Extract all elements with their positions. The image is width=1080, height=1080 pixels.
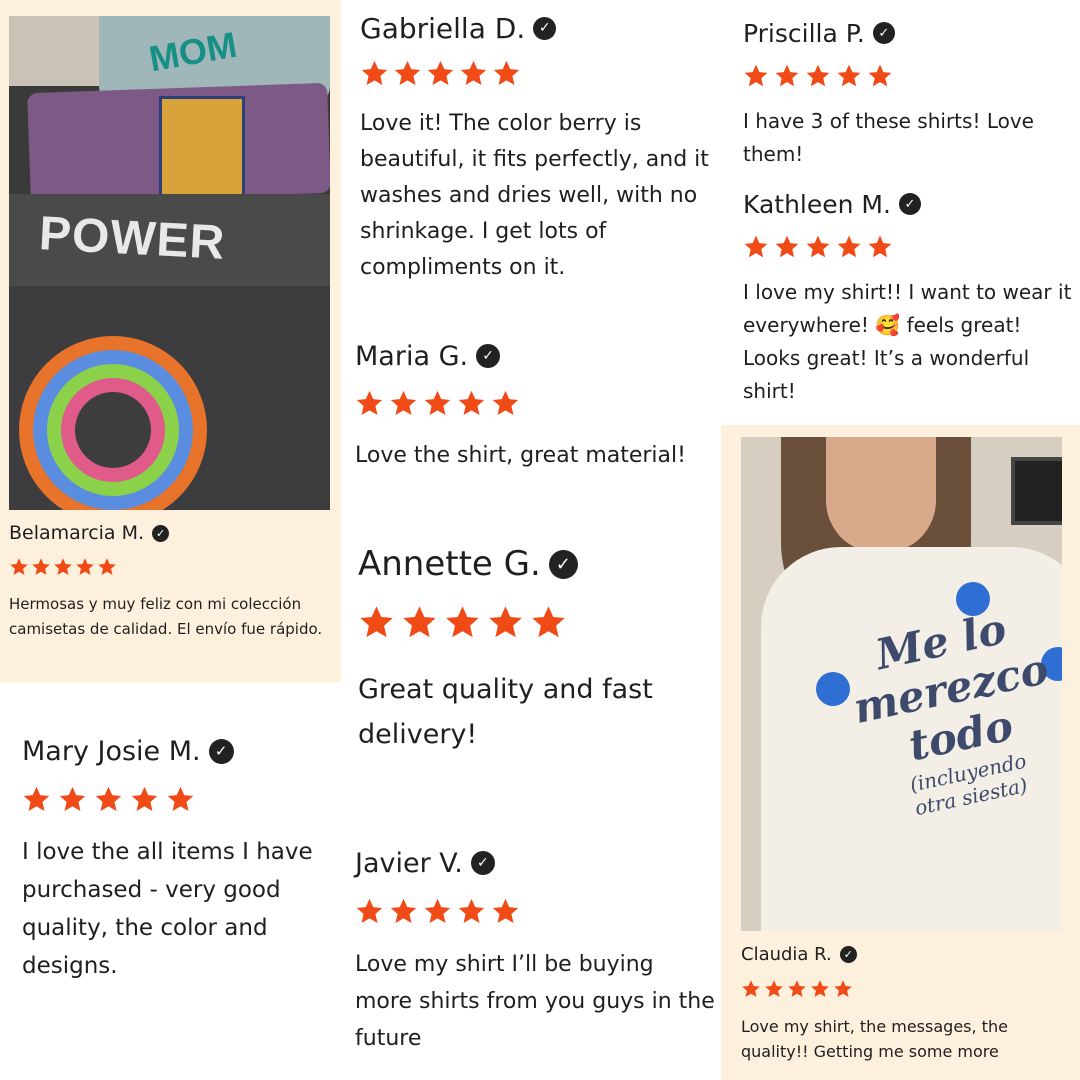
star-icon [868, 235, 892, 258]
review-card-annette: Annette G. ✓ Great quality and fast deli… [358, 542, 718, 757]
reviewer-name: Annette G. ✓ [358, 542, 718, 586]
review-text: Great quality and fast delivery! [358, 674, 653, 750]
star-icon [424, 898, 451, 923]
star-icon [76, 558, 94, 575]
review-text: Love the shirt, great material! [355, 443, 686, 468]
star-icon [59, 786, 86, 811]
reviewer-name: Gabriella D. ✓ [360, 10, 710, 46]
star-icon [744, 64, 768, 87]
star-icon [458, 390, 485, 415]
review-photo-folded-shirts: MOM POWER [9, 16, 330, 510]
star-icon [446, 606, 479, 638]
star-icon [765, 980, 783, 997]
star-icon [834, 980, 852, 997]
review-text: Love my shirt I’ll be buying more shirts… [355, 952, 715, 1051]
star-icon [360, 606, 393, 638]
star-icon [837, 64, 861, 87]
star-icon [390, 390, 417, 415]
star-icon [868, 64, 892, 87]
review-text: Hermosas y muy feliz con mi colección ca… [9, 595, 323, 638]
star-icon [390, 898, 417, 923]
verified-check-icon: ✓ [208, 738, 234, 764]
verified-check-icon: ✓ [548, 549, 578, 579]
reviewer-name: Javier V. ✓ [355, 845, 715, 881]
star-icon [742, 980, 760, 997]
review-photo-woman-in-shirt: Me lo merezco todo (incluyendo otra sies… [741, 437, 1062, 931]
star-icon [460, 60, 487, 85]
star-icon [775, 235, 799, 258]
star-rating [355, 389, 715, 418]
star-icon [744, 235, 768, 258]
review-text: I love the all items I have purchased - … [22, 839, 313, 979]
verified-check-icon: ✓ [533, 16, 557, 40]
star-icon [458, 898, 485, 923]
verified-check-icon: ✓ [152, 524, 170, 542]
star-icon [837, 235, 861, 258]
star-icon [427, 60, 454, 85]
star-icon [361, 60, 388, 85]
star-rating [360, 59, 710, 88]
review-card-javier: Javier V. ✓ Love my shirt I’ll be buying… [355, 845, 715, 1057]
star-icon [775, 64, 799, 87]
verified-check-icon: ✓ [476, 344, 501, 368]
reviewer-name: Claudia R. ✓ [741, 944, 857, 965]
star-icon [811, 980, 829, 997]
star-rating [355, 897, 715, 926]
star-rating [22, 785, 342, 814]
star-icon [489, 606, 522, 638]
review-text: Love it! The color berry is beautiful, i… [360, 111, 709, 280]
star-icon [492, 898, 519, 923]
verified-check-icon: ✓ [470, 851, 495, 875]
star-icon [492, 390, 519, 415]
reviewer-name: Kathleen M. ✓ [743, 187, 1073, 221]
star-icon [10, 558, 28, 575]
reviewer-name: Maria G. ✓ [355, 338, 715, 374]
star-icon [23, 786, 50, 811]
review-card-maria: Maria G. ✓ Love the shirt, great materia… [355, 338, 715, 474]
star-icon [167, 786, 194, 811]
review-text: I love my shirt!! I want to wear it ever… [743, 280, 1072, 403]
reviewer-name: Belamarcia M. ✓ [9, 522, 170, 544]
star-icon [806, 235, 830, 258]
review-card-claudia: Me lo merezco todo (incluyendo otra sies… [721, 425, 1080, 1080]
star-icon [98, 558, 116, 575]
verified-check-icon: ✓ [839, 946, 857, 963]
review-text: I have 3 of these shirts! Love them! [743, 109, 1034, 166]
star-icon [493, 60, 520, 85]
star-icon [394, 60, 421, 85]
star-icon [788, 980, 806, 997]
star-icon [32, 558, 50, 575]
star-icon [95, 786, 122, 811]
star-rating [741, 979, 856, 999]
verified-check-icon: ✓ [898, 193, 921, 215]
star-icon [356, 898, 383, 923]
review-card-kathleen: Kathleen M. ✓ I love my shirt!! I want t… [743, 187, 1073, 408]
reviewer-name: Priscilla P. ✓ [743, 16, 1073, 50]
shirt-print-power: POWER [37, 207, 227, 270]
star-rating [743, 63, 1073, 89]
star-icon [356, 390, 383, 415]
star-icon [54, 558, 72, 575]
star-rating [743, 234, 1073, 260]
verified-check-icon: ✓ [872, 22, 895, 44]
star-icon [131, 786, 158, 811]
star-icon [806, 64, 830, 87]
review-text: Love my shirt, the messages, the quality… [741, 1017, 1008, 1061]
star-icon [532, 606, 565, 638]
review-card-gabriella: Gabriella D. ✓ Love it! The color berry … [360, 10, 710, 286]
star-rating [358, 604, 718, 641]
review-card-belamarcia: MOM POWER Belamarcia M. ✓ Hermosas y muy… [0, 0, 341, 682]
star-icon [424, 390, 451, 415]
star-rating [9, 557, 119, 577]
review-card-priscilla: Priscilla P. ✓ I have 3 of these shirts!… [743, 16, 1073, 171]
reviewer-name: Mary Josie M. ✓ [22, 732, 342, 770]
review-card-mary-josie: Mary Josie M. ✓ I love the all items I h… [22, 732, 342, 985]
star-icon [403, 606, 436, 638]
